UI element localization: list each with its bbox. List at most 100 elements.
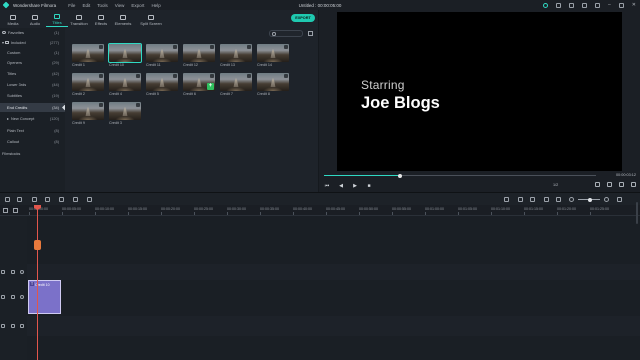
fullscreen-icon[interactable] bbox=[631, 182, 636, 187]
sidebar-item-custom[interactable]: Custom (1) bbox=[0, 48, 65, 57]
sidebar-item-lower-3rds[interactable]: Lower 3rds (44) bbox=[0, 80, 65, 89]
lock-icon[interactable] bbox=[11, 324, 15, 328]
sync-icon[interactable] bbox=[543, 2, 549, 8]
speed-icon[interactable] bbox=[73, 197, 78, 202]
zoom-out-icon[interactable] bbox=[569, 197, 574, 202]
snapshot-icon[interactable] bbox=[607, 182, 612, 187]
track-lane[interactable] bbox=[27, 316, 640, 336]
timeline-ruler[interactable]: 00:00:00:0000:00:05:0000:00:10:0000:00:1… bbox=[0, 205, 640, 216]
lock-icon[interactable] bbox=[11, 270, 15, 274]
close-icon[interactable]: ✕ bbox=[632, 1, 636, 9]
sidebar-item-plain-text[interactable]: Plain Text (8) bbox=[0, 126, 65, 135]
eye-icon[interactable] bbox=[20, 270, 24, 274]
timer-icon[interactable] bbox=[87, 197, 92, 202]
title-thumbnail[interactable]: + Credit 6 bbox=[183, 73, 215, 99]
timeline-clip[interactable]: T Credit 10 bbox=[28, 280, 61, 314]
volume-icon[interactable] bbox=[619, 182, 624, 187]
feedback-icon[interactable] bbox=[595, 2, 601, 8]
eye-icon[interactable] bbox=[20, 295, 24, 299]
title-thumbnail[interactable]: Credit 8 bbox=[257, 73, 289, 99]
zoom-in-icon[interactable] bbox=[604, 197, 609, 202]
voiceover-icon[interactable] bbox=[530, 197, 535, 202]
title-thumbnail[interactable]: Credit 3 bbox=[109, 102, 141, 128]
monitor-icon[interactable] bbox=[595, 182, 600, 187]
marker-icon[interactable] bbox=[518, 197, 523, 202]
playback-quality-select[interactable]: 1/2 bbox=[553, 183, 558, 187]
zoom-slider[interactable] bbox=[578, 197, 600, 202]
notification-icon[interactable] bbox=[569, 2, 575, 8]
sidebar-item-subtitles[interactable]: Subtitles (19) bbox=[0, 91, 65, 100]
playhead-marker[interactable] bbox=[34, 240, 41, 250]
title-thumbnail[interactable]: Credit 5 bbox=[146, 73, 178, 99]
skip-back-icon[interactable]: ⏮ bbox=[324, 183, 330, 189]
title-thumbnail[interactable]: Credit 7 bbox=[220, 73, 252, 99]
tab-split-screen[interactable]: Split Screen bbox=[134, 10, 168, 27]
sidebar-item-included[interactable]: ▾ Included (277) bbox=[0, 38, 65, 47]
crop-icon[interactable] bbox=[59, 197, 64, 202]
playhead-line[interactable] bbox=[37, 205, 38, 360]
cut-icon[interactable] bbox=[45, 197, 50, 202]
track-lane[interactable] bbox=[27, 264, 640, 280]
title-thumbnail[interactable]: Credit 9 bbox=[72, 102, 104, 128]
grid-view-icon[interactable] bbox=[308, 31, 313, 36]
thumbnail-label: Credit 8 bbox=[257, 92, 270, 96]
menu-help[interactable]: Help bbox=[151, 3, 160, 8]
undo-icon[interactable] bbox=[5, 197, 10, 202]
add-to-timeline-button[interactable]: + bbox=[207, 83, 214, 90]
add-track-icon[interactable] bbox=[3, 208, 8, 213]
title-thumbnail[interactable]: Credit 13 bbox=[220, 44, 252, 70]
stop-icon[interactable]: ■ bbox=[366, 183, 372, 189]
tab-transition[interactable]: Transition bbox=[68, 10, 90, 27]
sidebar-item-end-credits[interactable]: End Credits (34) bbox=[0, 103, 65, 112]
sidebar-item-new-concept[interactable]: ▸ New Concept (120) bbox=[0, 114, 65, 123]
render-icon[interactable] bbox=[504, 197, 509, 202]
menu-export[interactable]: Export bbox=[131, 3, 144, 8]
sidebar-item-titles[interactable]: Titles (42) bbox=[0, 69, 65, 78]
track-lane[interactable] bbox=[27, 216, 640, 264]
menu-edit[interactable]: Edit bbox=[82, 3, 90, 8]
download-icon[interactable] bbox=[582, 2, 588, 8]
sidebar-item-openers[interactable]: Openers (29) bbox=[0, 58, 65, 67]
title-thumbnail[interactable]: Credit 2 bbox=[72, 73, 104, 99]
snapshot-timeline-icon[interactable] bbox=[556, 197, 561, 202]
tab-elements[interactable]: Elements bbox=[112, 10, 134, 27]
tab-titles[interactable]: Titles bbox=[46, 10, 68, 27]
preview-scrubber[interactable] bbox=[324, 173, 596, 178]
track-lane[interactable] bbox=[27, 336, 640, 360]
link-icon[interactable] bbox=[13, 208, 18, 213]
export-button[interactable]: EXPORT bbox=[291, 14, 315, 22]
redo-icon[interactable] bbox=[17, 197, 22, 202]
title-thumbnail[interactable]: Credit 10 bbox=[108, 43, 142, 70]
lock-icon[interactable] bbox=[11, 295, 15, 299]
track-lane[interactable] bbox=[27, 280, 640, 316]
preview-screen[interactable]: Starring Joe Blogs bbox=[337, 12, 622, 171]
frame-back-icon[interactable]: ◀ bbox=[338, 183, 344, 189]
menu-tools[interactable]: Tools bbox=[97, 3, 108, 8]
speaker-icon[interactable] bbox=[20, 324, 24, 328]
title-thumbnail[interactable]: Credit 11 bbox=[146, 44, 178, 70]
minimize-icon[interactable]: – bbox=[608, 1, 611, 9]
audio-mixer-icon[interactable] bbox=[544, 197, 549, 202]
fit-timeline-icon[interactable] bbox=[617, 197, 622, 202]
sidebar-item-filmstocks[interactable]: Filmstocks bbox=[0, 149, 65, 158]
timeline-scrollbar[interactable] bbox=[636, 202, 638, 224]
play-icon[interactable]: ▶ bbox=[352, 183, 358, 189]
title-thumbnail[interactable]: Credit 14 bbox=[257, 44, 289, 70]
account-icon[interactable] bbox=[556, 2, 562, 8]
menu-view[interactable]: View bbox=[115, 3, 125, 8]
tab-media[interactable]: Media bbox=[2, 10, 24, 27]
tab-audio[interactable]: Audio bbox=[24, 10, 46, 27]
sidebar-item-callout[interactable]: Callout (8) bbox=[0, 137, 65, 146]
tab-effects[interactable]: Effects bbox=[90, 10, 112, 27]
scrubber-handle[interactable] bbox=[398, 173, 402, 178]
maximize-icon[interactable] bbox=[618, 2, 624, 8]
zoom-handle[interactable] bbox=[588, 197, 592, 202]
title-thumbnail[interactable]: Credit 1 bbox=[72, 44, 104, 70]
search-input[interactable] bbox=[269, 30, 303, 37]
delete-icon[interactable] bbox=[32, 197, 37, 202]
sidebar-item-favorites[interactable]: Favorites (1) bbox=[0, 28, 65, 37]
collapse-arrow-icon[interactable] bbox=[62, 104, 65, 111]
title-thumbnail[interactable]: Credit 4 bbox=[109, 73, 141, 99]
menu-file[interactable]: File bbox=[68, 3, 75, 8]
title-thumbnail[interactable]: Credit 12 bbox=[183, 44, 215, 70]
